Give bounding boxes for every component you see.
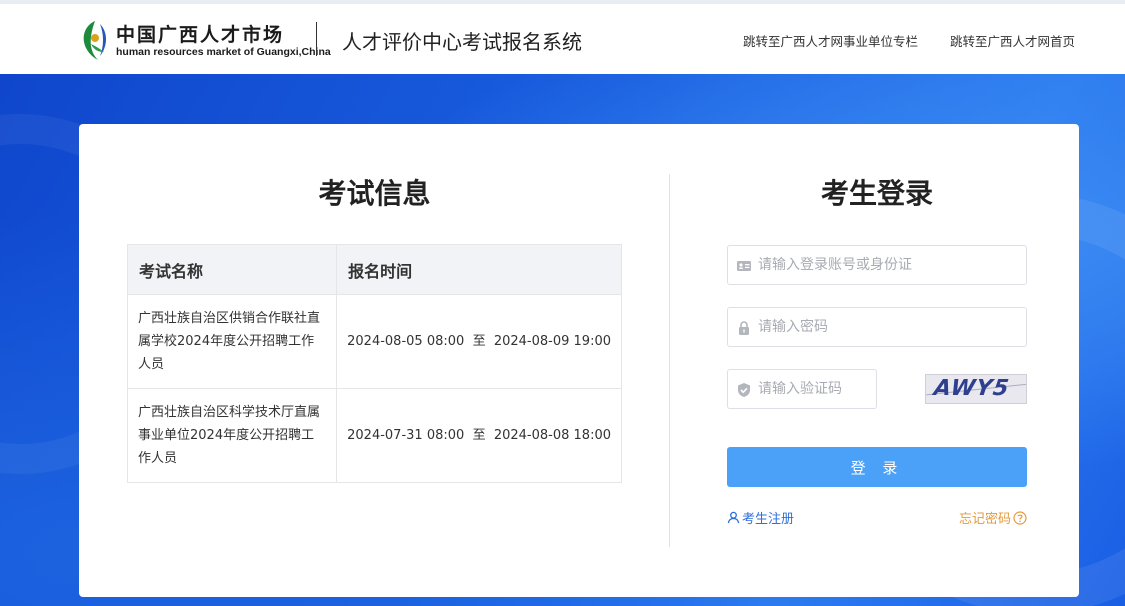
site-header: 中国广西人才市场 human resources market of Guang… — [0, 4, 1125, 74]
register-link[interactable]: 考生注册 — [727, 508, 794, 527]
exam-table-header-row: 考试名称 报名时间 — [126, 244, 622, 295]
captcha-field — [727, 369, 877, 409]
captcha-text: AWY5 — [932, 376, 1012, 401]
exam-name-cell: 广西壮族自治区科学技术厅直属事业单位2024年度公开招聘工作人员 — [126, 388, 338, 483]
logo-chinese-name: 中国广西人才市场 — [116, 24, 285, 46]
card-divider — [669, 174, 670, 547]
column-header-exam-name: 考试名称 — [126, 244, 338, 295]
exam-info-title: 考试信息 — [318, 177, 431, 210]
logo-english-name: human resources market of Guangxi,China — [116, 46, 331, 58]
registration-time-cell: 2024-07-31 08:00 至 2024-08-08 18:00 — [336, 388, 622, 483]
login-title: 考生登录 — [820, 177, 933, 210]
column-header-registration-time: 报名时间 — [336, 244, 622, 295]
forgot-password-link[interactable]: 忘记密码 — [959, 508, 1027, 527]
registration-separator: 至 — [472, 334, 486, 349]
nav-link-homepage[interactable]: 跳转至广西人才网首页 — [950, 31, 1075, 50]
site-logo[interactable]: 中国广西人才市场 human resources market of Guang… — [80, 18, 331, 62]
user-icon — [727, 511, 740, 524]
header-divider — [316, 22, 317, 56]
table-row[interactable]: 广西壮族自治区科学技术厅直属事业单位2024年度公开招聘工作人员 2024-07… — [126, 388, 622, 483]
password-input[interactable] — [758, 308, 1023, 346]
registration-start: 2024-07-31 08:00 — [347, 428, 465, 443]
account-input[interactable] — [758, 246, 1023, 284]
registration-time-cell: 2024-08-05 08:00 至 2024-08-09 19:00 — [336, 294, 622, 389]
exam-table: 考试名称 报名时间 广西壮族自治区供销合作联社直属学校2024年度公开招聘工作人… — [126, 244, 622, 483]
login-button[interactable]: 登 录 — [727, 447, 1027, 487]
registration-end: 2024-08-08 18:00 — [493, 428, 611, 443]
id-card-icon — [737, 261, 751, 271]
captcha-image[interactable]: AWY5 — [925, 374, 1027, 404]
register-label: 考生注册 — [742, 512, 795, 527]
lock-icon — [739, 321, 749, 335]
captcha-input[interactable] — [758, 370, 873, 408]
shield-check-icon — [738, 383, 750, 397]
main-card: 考试信息 考试名称 报名时间 广西壮族自治区供销合作联社直属学校2024年度公开… — [79, 124, 1079, 597]
forgot-password-label: 忘记密码 — [958, 512, 1011, 527]
registration-separator: 至 — [472, 428, 486, 443]
exam-name-cell: 广西壮族自治区供销合作联社直属学校2024年度公开招聘工作人员 — [126, 294, 338, 389]
account-field — [727, 245, 1027, 285]
system-title: 人才评价中心考试报名系统 — [342, 30, 582, 54]
question-circle-icon — [1013, 510, 1027, 525]
registration-start: 2024-08-05 08:00 — [347, 334, 465, 349]
logo-mark-icon — [83, 21, 106, 60]
header-nav: 跳转至广西人才网事业单位专栏 跳转至广西人才网首页 — [743, 31, 1075, 50]
password-field — [727, 307, 1027, 347]
nav-link-institution-column[interactable]: 跳转至广西人才网事业单位专栏 — [743, 31, 918, 50]
registration-end: 2024-08-09 19:00 — [493, 334, 611, 349]
table-row[interactable]: 广西壮族自治区供销合作联社直属学校2024年度公开招聘工作人员 2024-08-… — [126, 294, 622, 389]
